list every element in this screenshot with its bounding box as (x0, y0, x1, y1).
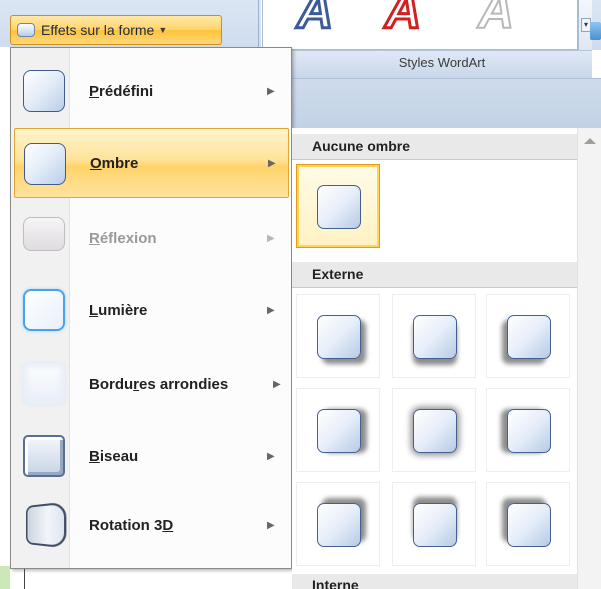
shadow-preview-icon (413, 409, 457, 453)
shadow-option-outer-6[interactable] (486, 388, 570, 472)
submenu-arrow-icon: ▶ (267, 450, 275, 462)
reflection-shape-icon (23, 217, 65, 251)
shadow-preview-icon (413, 315, 457, 359)
shape-effects-button[interactable]: Effets sur la forme ▼ (10, 15, 222, 45)
shadow-preview-icon (507, 409, 551, 453)
menu-item-preset[interactable]: Prédéfini ▶ (11, 56, 291, 126)
menu-item-label: Biseau (89, 447, 139, 465)
section-outer-header: Externe (292, 262, 577, 288)
shadow-preview-icon (507, 315, 551, 359)
rotation-3d-shape-icon (25, 501, 67, 549)
menu-item-shadow[interactable]: Ombre ▶ (14, 128, 289, 198)
shape-effects-menu: Prédéfini ▶ Ombre ▶ Réflexion ▶ Lumière … (10, 47, 292, 569)
submenu-arrow-icon: ▶ (267, 232, 275, 244)
text-fill-icon[interactable] (590, 22, 601, 40)
shadow-preview-icon (317, 315, 361, 359)
menu-item-3d-rotation[interactable]: Rotation 3D ▶ (11, 490, 291, 560)
section-inner-header: Interne (292, 574, 577, 589)
shadow-preview-icon (507, 503, 551, 547)
ribbon-band (292, 78, 601, 128)
shadow-option-outer-7[interactable] (296, 482, 380, 566)
shadow-preview-icon (317, 409, 361, 453)
menu-item-glow[interactable]: Lumière ▶ (11, 275, 291, 345)
section-no-shadow-header: Aucune ombre (292, 134, 577, 160)
shadow-option-none[interactable] (296, 164, 380, 248)
menu-item-soft-edges[interactable]: Bordures arrondies ▶ (11, 349, 291, 419)
scroll-up-icon[interactable] (584, 138, 596, 144)
shadow-option-outer-8[interactable] (392, 482, 476, 566)
shadow-option-outer-2[interactable] (392, 294, 476, 378)
shadow-preview-icon (413, 503, 457, 547)
menu-item-label: Prédéfini (89, 82, 154, 100)
submenu-arrow-icon: ▶ (267, 85, 275, 97)
document-line (24, 569, 25, 589)
preset-shape-icon (23, 70, 65, 112)
document-margin (0, 566, 10, 589)
soft-edges-shape-icon (23, 363, 65, 405)
shadow-option-outer-9[interactable] (486, 482, 570, 566)
chevron-down-icon: ▼ (158, 25, 168, 35)
bevel-shape-icon (23, 435, 65, 477)
menu-item-label: Rotation 3D (89, 516, 174, 534)
shadow-option-outer-4[interactable] (296, 388, 380, 472)
wordart-styles-gallery[interactable]: A A A (262, 0, 578, 50)
shadow-preview-icon (317, 503, 361, 547)
menu-item-label: Réflexion (89, 229, 157, 247)
document-edge (0, 47, 10, 566)
submenu-arrow-icon: ▶ (268, 157, 276, 169)
shadow-option-outer-5[interactable] (392, 388, 476, 472)
menu-item-label: Lumière (89, 301, 148, 319)
menu-item-label: Ombre (90, 154, 139, 172)
shadow-option-outer-1[interactable] (296, 294, 380, 378)
menu-item-bevel[interactable]: Biseau ▶ (11, 421, 291, 491)
shape-effects-icon (17, 23, 35, 37)
wordart-style-gray[interactable]: A (477, 0, 515, 40)
glow-shape-icon (23, 289, 65, 331)
menu-item-label: Bordures arrondies (89, 375, 229, 393)
shape-effects-label: Effets sur la forme (41, 22, 155, 38)
no-shadow-shape-icon (317, 185, 361, 229)
shadow-option-outer-3[interactable] (486, 294, 570, 378)
menu-item-reflection: Réflexion ▶ (11, 203, 291, 273)
submenu-scrollbar[interactable] (577, 128, 601, 589)
wordart-group-label: Styles WordArt (292, 50, 592, 78)
shadow-shape-icon (24, 143, 66, 185)
submenu-arrow-icon: ▶ (267, 519, 275, 531)
wordart-style-blue[interactable]: A (295, 0, 334, 41)
submenu-arrow-icon: ▶ (273, 378, 281, 390)
wordart-style-red[interactable]: A (383, 0, 422, 41)
submenu-arrow-icon: ▶ (267, 304, 275, 316)
